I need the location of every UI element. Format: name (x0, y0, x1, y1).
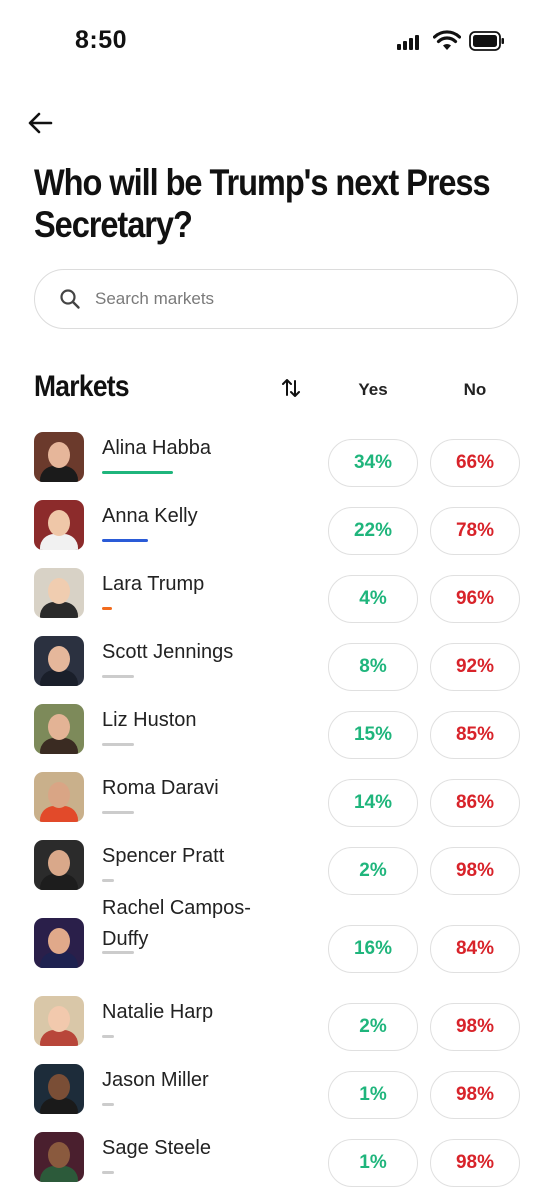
probability-bar (102, 675, 134, 678)
no-button[interactable]: 84% (430, 925, 520, 973)
yes-button[interactable]: 16% (328, 925, 418, 973)
market-row[interactable]: Anna Kelly 22% 78% (0, 493, 554, 561)
no-button[interactable]: 96% (430, 575, 520, 623)
candidate-avatar (34, 568, 84, 618)
back-arrow-icon[interactable] (24, 106, 58, 140)
market-row[interactable]: Scott Jennings 8% 92% (0, 629, 554, 697)
candidate-avatar (34, 500, 84, 550)
yes-button[interactable]: 14% (328, 779, 418, 827)
candidate-name: Spencer Pratt (102, 845, 225, 867)
probability-bar (102, 1103, 114, 1106)
candidate-avatar (34, 1132, 84, 1182)
candidate-name: Liz Huston (102, 709, 197, 731)
yes-button[interactable]: 2% (328, 1003, 418, 1051)
market-row[interactable]: Roma Daravi 14% 86% (0, 765, 554, 833)
no-button[interactable]: 85% (430, 711, 520, 759)
market-row[interactable]: Sage Steele 1% 98% (0, 1125, 554, 1193)
cellular-signal-icon (397, 34, 423, 50)
candidate-name: Jason Miller (102, 1069, 209, 1091)
market-row[interactable]: Jason Miller 1% 98% (0, 1057, 554, 1125)
candidate-avatar (34, 996, 84, 1046)
market-row[interactable]: Natalie Harp 2% 98% (0, 989, 554, 1057)
probability-bar (102, 1171, 114, 1174)
probability-bar (102, 1035, 114, 1038)
yes-button[interactable]: 1% (328, 1071, 418, 1119)
status-bar: 8:50 (0, 0, 554, 84)
market-row[interactable]: Lara Trump 4% 96% (0, 561, 554, 629)
candidate-name: Sage Steele (102, 1137, 211, 1159)
no-button[interactable]: 86% (430, 779, 520, 827)
probability-bar (102, 811, 134, 814)
candidate-name: Alina Habba (102, 437, 211, 459)
yes-button[interactable]: 4% (328, 575, 418, 623)
yes-button[interactable]: 2% (328, 847, 418, 895)
market-row[interactable]: Liz Huston 15% 85% (0, 697, 554, 765)
probability-bar (102, 607, 112, 610)
yes-column-header: Yes (358, 380, 388, 399)
probability-bar (102, 879, 114, 882)
sort-icon[interactable] (280, 376, 302, 400)
wifi-icon (433, 30, 461, 50)
candidate-avatar (34, 918, 84, 968)
probability-bar (102, 951, 134, 954)
candidate-name: Rachel Campos-Duffy (102, 897, 251, 950)
markets-header: Markets Yes No (0, 368, 554, 412)
no-button[interactable]: 98% (430, 1071, 520, 1119)
search-input[interactable] (93, 288, 477, 310)
no-button[interactable]: 78% (430, 507, 520, 555)
candidate-avatar (34, 704, 84, 754)
status-time: 8:50 (75, 26, 128, 54)
candidate-name: Natalie Harp (102, 1001, 214, 1023)
search-bar[interactable] (34, 269, 518, 329)
market-row[interactable]: Rachel Campos-Duffy 16% 84% (0, 897, 554, 989)
market-row[interactable]: Alina Habba 34% 66% (0, 425, 554, 493)
probability-bar (102, 471, 173, 474)
candidate-name: Roma Daravi (102, 777, 219, 799)
market-list: Alina Habba 34% 66% Anna Kelly 22% 78% Lara Tr… (0, 425, 554, 1193)
market-row[interactable]: Spencer Pratt 2% 98% (0, 833, 554, 901)
candidate-name: Scott Jennings (102, 641, 234, 663)
page-title: Who will be Trump's next Press Secretary… (34, 162, 491, 245)
markets-title: Markets (34, 370, 130, 403)
search-icon (60, 289, 80, 309)
candidate-name: Anna Kelly (102, 505, 198, 527)
no-button[interactable]: 92% (430, 643, 520, 691)
yes-button[interactable]: 22% (328, 507, 418, 555)
yes-button[interactable]: 34% (328, 439, 418, 487)
no-button[interactable]: 98% (430, 1139, 520, 1187)
candidate-name: Lara Trump (102, 573, 205, 595)
probability-bar (102, 539, 148, 542)
candidate-avatar (34, 840, 84, 890)
candidate-avatar (34, 772, 84, 822)
no-button[interactable]: 66% (430, 439, 520, 487)
candidate-avatar (34, 636, 84, 686)
probability-bar (102, 743, 134, 746)
candidate-avatar (34, 432, 84, 482)
yes-button[interactable]: 15% (328, 711, 418, 759)
no-column-header: No (463, 380, 487, 399)
no-button[interactable]: 98% (430, 847, 520, 895)
yes-button[interactable]: 1% (328, 1139, 418, 1187)
yes-button[interactable]: 8% (328, 643, 418, 691)
battery-icon (469, 31, 504, 51)
candidate-avatar (34, 1064, 84, 1114)
no-button[interactable]: 98% (430, 1003, 520, 1051)
